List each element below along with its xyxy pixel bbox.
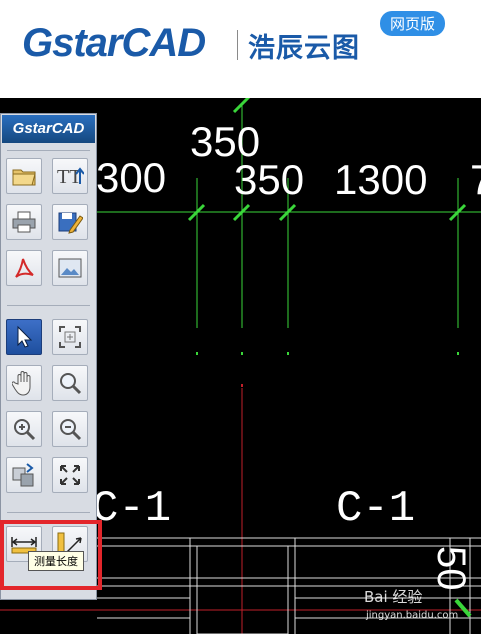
grid-dot — [457, 352, 459, 355]
app-header: GstarCAD 浩辰云图 网页版 — [0, 0, 481, 98]
product-title: 浩辰云图 — [248, 33, 360, 64]
text-height-icon: TT — [57, 166, 84, 188]
toolbar-divider — [7, 512, 90, 513]
grid-dot — [287, 352, 289, 355]
zoom-window-icon — [59, 326, 81, 348]
grid-dot — [241, 352, 243, 355]
text-size-button[interactable]: TT — [52, 158, 88, 194]
save-pencil-icon — [58, 212, 83, 234]
open-file-button[interactable] — [6, 158, 42, 194]
gstarcad-logo: GstarCAD — [22, 21, 206, 65]
print-button[interactable] — [6, 204, 42, 240]
zoom-extents-button[interactable] — [52, 319, 88, 355]
toolbar-logo: GstarCAD — [2, 115, 95, 143]
pan-button[interactable] — [6, 365, 42, 401]
label-c1-right: C-1 — [336, 484, 415, 534]
dim-text-1300: 1300 — [334, 156, 427, 203]
svg-text:TT: TT — [57, 166, 81, 188]
folder-icon — [12, 169, 36, 186]
dim-text-vertical-50: 50 — [429, 546, 473, 591]
web-version-badge: 网页版 — [380, 11, 446, 36]
fullscreen-icon — [60, 465, 80, 485]
baidu-watermark: Bai 经验 — [364, 588, 423, 606]
image-icon — [58, 258, 82, 278]
dim-text-7: 7 — [470, 156, 481, 203]
fullscreen-button[interactable] — [52, 457, 88, 493]
zoom-in-icon — [14, 419, 36, 441]
zoom-realtime-button[interactable] — [52, 365, 88, 401]
grid-dot — [241, 384, 243, 387]
zoom-out-button[interactable] — [52, 411, 88, 447]
highlight-box — [0, 520, 102, 590]
toolbar-divider — [7, 150, 90, 151]
export-image-button[interactable] — [52, 250, 88, 286]
save-edit-button[interactable] — [52, 204, 88, 240]
switch-layout-icon — [12, 463, 34, 487]
toolbar-divider — [7, 305, 90, 306]
dim-text-350: 350 — [234, 156, 304, 203]
export-pdf-button[interactable] — [6, 250, 42, 286]
pdf-icon — [15, 258, 34, 278]
grid-dot — [196, 352, 198, 355]
zoom-in-button[interactable] — [6, 411, 42, 447]
magnifier-icon — [60, 373, 82, 395]
zoom-out-icon — [60, 419, 82, 441]
baidu-watermark-url: jingyan.baidu.com — [366, 610, 459, 621]
logo-divider — [237, 30, 238, 60]
label-c1-left: C-1 — [92, 484, 171, 534]
dim-text-300: 300 — [96, 154, 166, 201]
hand-icon — [12, 371, 31, 396]
cursor-arrow-icon — [17, 325, 33, 348]
printer-icon — [12, 211, 36, 233]
select-tool-button[interactable] — [6, 319, 42, 355]
layout-switch-button[interactable] — [6, 457, 42, 493]
